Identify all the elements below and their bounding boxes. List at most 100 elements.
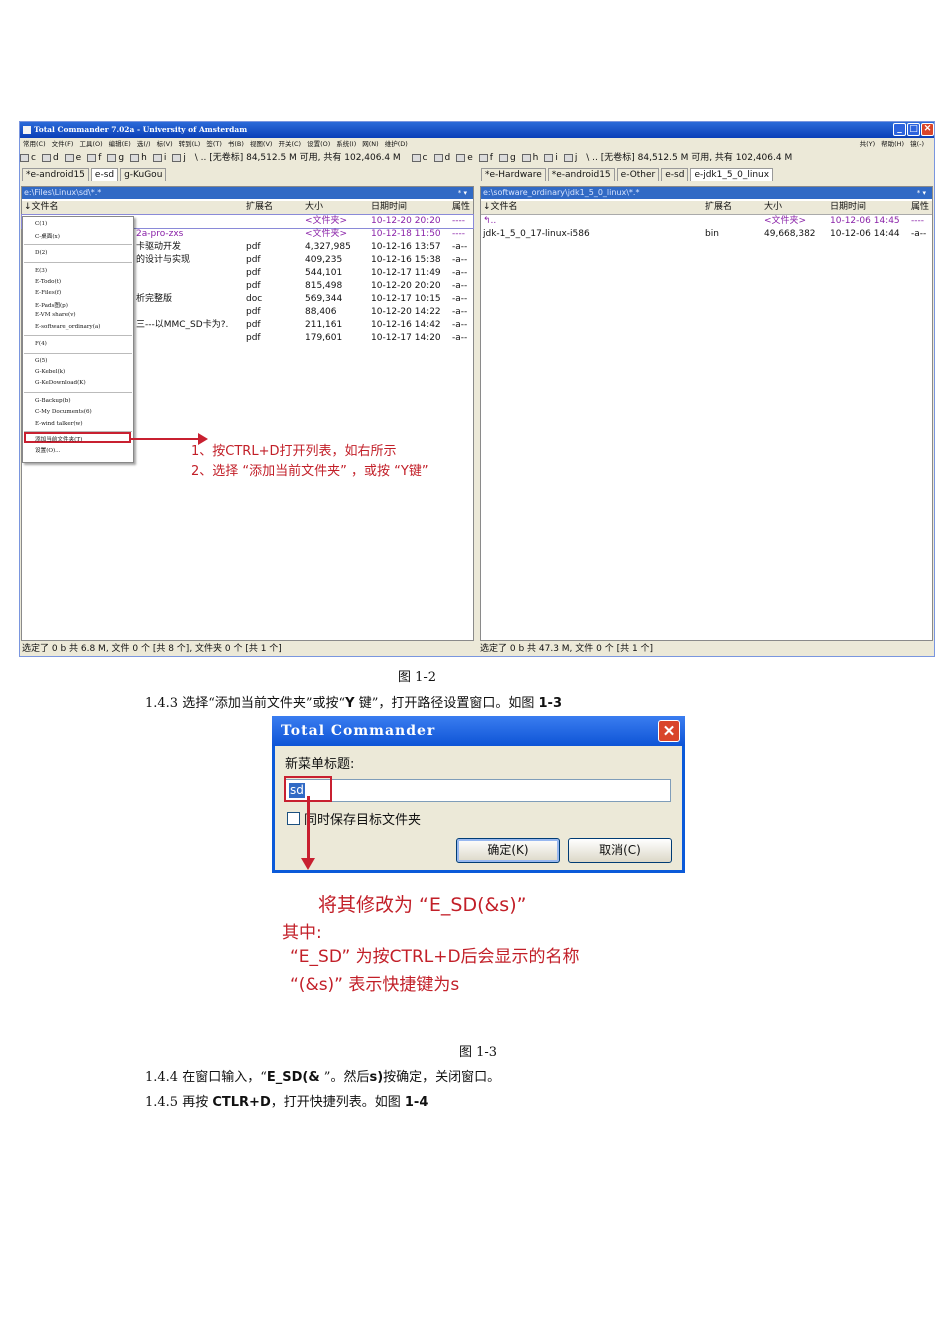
step-text: ”。然后 [319,1070,370,1085]
ok-button[interactable]: 确定(K) [456,838,560,863]
drive-button[interactable]: h [130,151,147,166]
step-ref: 1-4 [404,1095,429,1110]
col-date[interactable]: 日期时间 [830,201,866,214]
close-button[interactable]: ✕ [921,123,934,136]
drive-letter: f [98,153,102,163]
folder-tab[interactable]: *e-Hardware [481,168,546,181]
popup-menu-item[interactable]: G(5) [35,358,47,364]
menu-item[interactable]: 视图(V) [250,140,273,148]
popup-menu-item[interactable]: G-KeDownload(K) [35,380,86,386]
minimize-button[interactable]: _ [893,123,906,136]
popup-menu-item[interactable]: C-桌面(x) [35,232,60,240]
menu-item[interactable]: 标(V) [157,140,173,148]
popup-menu-item[interactable]: C(1) [35,221,47,227]
popup-menu-item[interactable]: E-wind talker(w) [35,421,83,427]
folder-tab[interactable]: e-jdk1_5_0_linux [690,168,774,181]
drive-icon [521,153,531,162]
popup-menu-item[interactable]: 添加当前文件夹(T) [35,435,82,443]
menu-item[interactable]: 镜(-) [910,140,924,148]
left-path[interactable]: e:\Files\Linux\sd\*.* * ▾ [22,187,473,199]
drive-button[interactable]: d [41,151,59,166]
drive-icon [41,153,51,162]
menu-item[interactable]: 维护(D) [385,140,408,148]
col-ext[interactable]: 扩展名 [705,201,732,214]
drive-button[interactable]: i [544,151,558,166]
cell-size: 211,161 [305,320,343,330]
drive-button[interactable]: c [20,151,36,166]
popup-menu-item[interactable]: E-Files(f) [35,290,61,296]
col-attr[interactable]: 属性 [452,201,470,214]
drive-button[interactable]: i [152,151,166,166]
menu-title-label: 新菜单标题: [285,757,355,772]
folder-tab[interactable]: *e-android15 [22,168,89,181]
col-attr[interactable]: 属性 [911,201,929,214]
folder-tab[interactable]: g-KuGou [120,168,167,181]
menu-item[interactable]: 编辑(E) [109,140,131,148]
popup-menu-item[interactable]: C-My Documents(6) [35,409,92,415]
drive-button[interactable]: g [498,151,516,166]
drive-button[interactable]: c [411,151,428,166]
cell-size: 4,327,985 [305,242,351,252]
folder-tab[interactable]: e-Other [616,168,660,181]
popup-menu-item[interactable]: E-software_ordinary(a) [35,324,100,330]
popup-menu-item[interactable]: E-Pads图(p) [35,301,68,309]
menu-item[interactable]: 书(B) [228,140,244,148]
right-panel[interactable]: e:\software_ordinary\jdk1_5_0_linux\*.* *… [480,186,933,641]
popup-menu-item[interactable]: E-Todo(t) [35,279,61,285]
table-row[interactable]: jdk-1_5_0_17-linux-i586 bin 49,668,382 10-1… [481,228,932,241]
popup-menu-item[interactable]: G-Backup(b) [35,398,71,404]
col-name[interactable]: ↓文件名 [24,201,59,214]
title-bar: Total Commander 7.02a - University of Am… [20,122,934,138]
cancel-button[interactable]: 取消(C) [568,838,672,863]
col-size[interactable]: 大小 [764,201,782,214]
checkbox-icon[interactable] [287,812,300,825]
drive-button[interactable]: j [172,151,186,166]
popup-menu-item[interactable]: F(4) [35,341,47,347]
table-row[interactable]: ↰.. <文件夹> 10-12-06 14:45 ---- [481,215,932,228]
path-controls[interactable]: * ▾ [917,187,926,199]
col-name[interactable]: ↓文件名 [483,201,518,214]
drive-button[interactable]: e [64,151,81,166]
menu-item[interactable]: 文件(F) [52,140,74,148]
menu-item[interactable]: 网(N) [362,140,378,148]
menu-item[interactable]: 选(/) [137,140,151,148]
menu-item[interactable]: 帮助(H) [881,140,904,148]
drive-letter: g [118,153,125,163]
folder-tab[interactable]: *e-android15 [547,168,615,181]
maximize-button[interactable]: □ [907,123,920,136]
drive-icon [563,153,573,162]
dialog-close-button[interactable]: ✕ [658,720,680,742]
path-controls[interactable]: * ▾ [458,187,467,199]
drive-button[interactable]: j [563,151,577,166]
cell-date: 10-12-06 14:45 [830,216,900,226]
popup-menu-item[interactable]: D(2) [35,250,47,256]
col-size[interactable]: 大小 [305,201,323,214]
popup-menu-item[interactable]: 设置(O)... [35,446,60,454]
col-ext[interactable]: 扩展名 [246,201,273,214]
folder-tab[interactable]: e-sd [90,168,119,181]
cell-date: 10-12-17 14:20 [371,333,441,343]
menu-item[interactable]: 共(Y) [860,140,876,148]
drive-button[interactable]: g [107,151,124,166]
drive-button[interactable]: f [478,151,493,166]
right-path[interactable]: e:\software_ordinary\jdk1_5_0_linux\*.* *… [481,187,932,199]
menu-item[interactable]: 系统(I) [336,140,356,148]
menu-title-input[interactable]: sd [284,779,671,802]
step-1-4-3: 1.4.3 选择“添加当前文件夹”或按“Y 键”，打开路径设置窗口。如图 1-3 [145,692,562,711]
drive-icon [20,153,29,162]
popup-menu-item[interactable]: E-VM share(v) [35,312,76,318]
folder-tab[interactable]: e-sd [661,168,689,181]
menu-item[interactable]: 工具(O) [79,140,102,148]
menu-item[interactable]: 转到(L) [179,140,201,148]
menu-item[interactable]: 开关(C) [278,140,301,148]
drive-button[interactable]: e [456,151,473,166]
popup-menu-item[interactable]: E(3) [35,268,47,274]
drive-button[interactable]: h [521,151,538,166]
menu-item[interactable]: 签(T) [206,140,222,148]
menu-item[interactable]: 常用(C) [23,140,46,148]
col-date[interactable]: 日期时间 [371,201,407,214]
menu-item[interactable]: 设置(O) [307,140,330,148]
popup-menu-item[interactable]: G-Kebel(k) [35,369,65,375]
drive-button[interactable]: f [87,151,101,166]
drive-button[interactable]: d [433,151,450,166]
